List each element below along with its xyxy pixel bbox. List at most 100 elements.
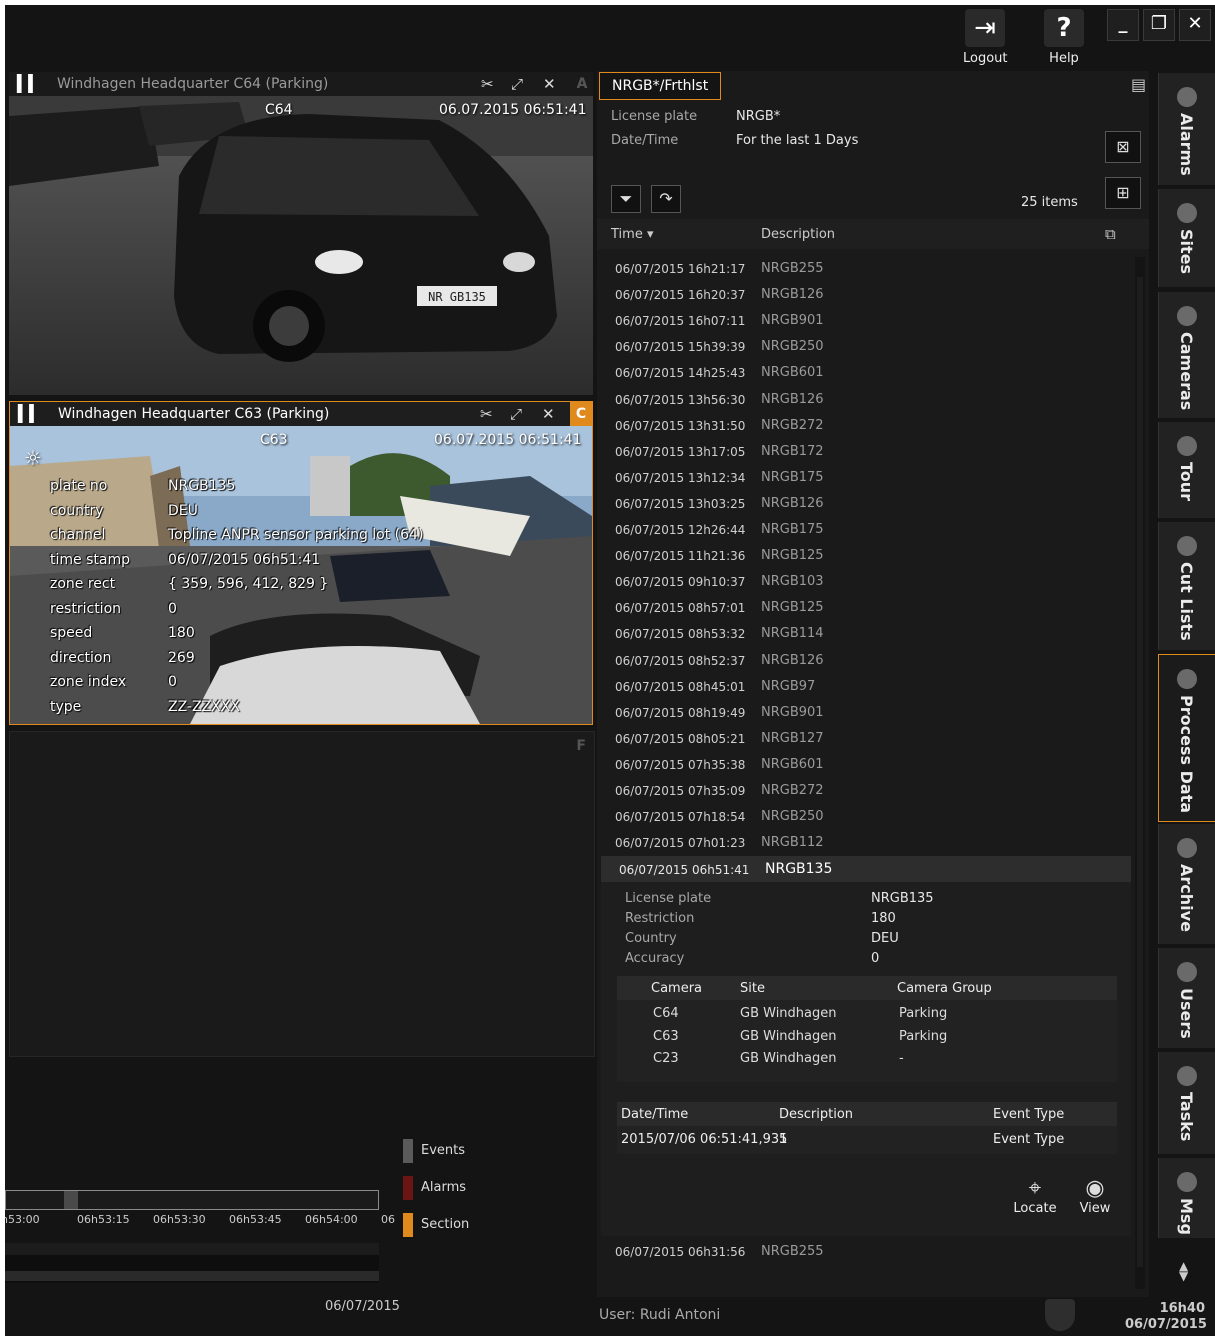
maximize-icon[interactable]: ⤢	[511, 72, 523, 96]
help-button[interactable]: ? Help	[1042, 5, 1086, 69]
logout-button[interactable]: ⇥ Logout	[963, 5, 1008, 69]
camera-pane-c[interactable]: ▍▍ Windhagen Headquarter C63 (Parking) ✂…	[9, 401, 593, 725]
locate-icon: ⌖	[1028, 1176, 1042, 1201]
column-header: Camera	[651, 981, 703, 996]
list-item[interactable]: 06/07/2015 16h21:17 NRGB255	[615, 256, 1125, 282]
side-tab-archive[interactable]: Archive	[1158, 824, 1215, 944]
metadata-value: DEU	[168, 502, 198, 519]
list-item[interactable]: 06/07/2015 08h19:49 NRGB901	[615, 700, 1125, 726]
panel-menu-icon[interactable]: ▤	[1131, 75, 1146, 94]
list-item[interactable]: 06/07/2015 15h39:39 NRGB250	[615, 334, 1125, 360]
list-item[interactable]: 06/07/2015 09h10:37 NRGB103	[615, 569, 1125, 595]
datetime-value: For the last 1 Days	[736, 133, 859, 148]
row-time: 06/07/2015 13h17:05	[615, 444, 746, 459]
row-time: 06/07/2015 08h53:32	[615, 627, 746, 642]
field-label: License plate	[625, 891, 712, 906]
restore-button[interactable]: ❐	[1143, 9, 1175, 41]
metadata-row: speed 180	[50, 625, 195, 641]
scrollbar[interactable]	[1135, 257, 1145, 1289]
pause-icon[interactable]: ▍▍	[18, 402, 42, 426]
camera-pane-f[interactable]: F	[9, 731, 595, 1057]
side-tab-users[interactable]: Users	[1158, 948, 1215, 1048]
scroll-arrows-icon[interactable]: ▲ ▼	[1179, 1260, 1188, 1282]
expanded-record-header[interactable]: 06/07/2015 06h51:41 NRGB135	[601, 856, 1131, 882]
metadata-key: zone rect	[50, 576, 116, 592]
legend-swatch	[403, 1139, 413, 1163]
timeline-track[interactable]	[5, 1190, 379, 1210]
list-item[interactable]: 06/07/2015 08h45:01 NRGB97	[615, 674, 1125, 700]
row-time: 06/07/2015 08h57:01	[615, 601, 746, 616]
list-item[interactable]: 06/07/2015 13h56:30 NRGB126	[615, 387, 1125, 413]
group-cell: -	[899, 1051, 904, 1066]
list-item[interactable]: 06/07/2015 08h52:37 NRGB126	[615, 648, 1125, 674]
list-item[interactable]: 06/07/2015 13h17:05 NRGB172	[615, 439, 1125, 465]
side-tab-tasks[interactable]: Tasks	[1158, 1052, 1215, 1154]
list-item[interactable]: 06/07/2015 13h03:25 NRGB126	[615, 491, 1125, 517]
close-icon[interactable]: ✕	[543, 72, 556, 96]
side-tab-tour[interactable]: Tour	[1158, 422, 1215, 518]
close-window-button[interactable]: ✕	[1179, 9, 1211, 41]
pause-icon[interactable]: ▍▍	[17, 72, 41, 96]
minimize-button[interactable]: _	[1107, 9, 1139, 41]
column-time[interactable]: Time ▾	[611, 227, 653, 242]
filter-icon[interactable]: ⏷	[611, 185, 641, 213]
list-item[interactable]: 06/07/2015 12h26:44 NRGB175	[615, 517, 1125, 543]
cut-icon[interactable]: ✂	[480, 402, 493, 426]
list-item[interactable]: 06/07/2015 13h12:34 NRGB175	[615, 465, 1125, 491]
list-item[interactable]: 06/07/2015 07h35:38 NRGB601	[615, 752, 1125, 778]
redo-icon[interactable]: ↷	[651, 185, 681, 213]
app-window: ⇥ Logout ? Help _ ❐ ✕ NR GB135 ▍▍ Windha…	[5, 5, 1215, 1336]
tab-search-query[interactable]: NRGB*/Frthlst	[599, 72, 722, 100]
view-button[interactable]: ◉ View	[1073, 1176, 1117, 1216]
camera-table: Camera Site Camera Group C64 GB Windhagen Pa…	[617, 976, 1117, 1082]
field-value: 0	[871, 951, 880, 966]
list-item[interactable]: 06/07/2015 08h05:21 NRGB127	[615, 726, 1125, 752]
datetime-label: Date/Time	[611, 133, 679, 148]
list-item[interactable]: 06/07/2015 06h31:56 NRGB255	[615, 1239, 1125, 1265]
column-description[interactable]: Description	[761, 227, 835, 242]
list-item[interactable]: 06/07/2015 16h07:11 NRGB901	[615, 308, 1125, 334]
side-tab-label: Process Data	[1177, 695, 1196, 814]
row-description: NRGB103	[761, 574, 824, 590]
camera-label: C63	[260, 432, 288, 448]
row-time: 06/07/2015 08h19:49	[615, 705, 746, 720]
export-all-icon[interactable]: ⊞	[1105, 177, 1141, 209]
list-item[interactable]: 06/07/2015 07h18:54 NRGB250	[615, 804, 1125, 830]
brightness-icon[interactable]: ☼	[24, 446, 42, 470]
field-label: Restriction	[625, 911, 695, 926]
list-item[interactable]: 06/07/2015 07h01:23 NRGB112	[615, 830, 1125, 856]
export-icon[interactable]: ⊠	[1105, 131, 1141, 163]
side-tab-cut-lists[interactable]: Cut Lists	[1158, 522, 1215, 650]
side-tab-cameras[interactable]: Cameras	[1158, 292, 1215, 418]
side-tab-process-data[interactable]: Process Data	[1158, 654, 1215, 822]
side-tab-msg[interactable]: Msg	[1158, 1158, 1215, 1238]
row-description: NRGB255	[761, 261, 824, 276]
row-time: 06/07/2015 07h35:09	[615, 784, 746, 798]
list-item[interactable]: 06/07/2015 14h25:43 NRGB601	[615, 360, 1125, 386]
license-plate-value: NRGB*	[736, 109, 781, 124]
field-value: 180	[871, 911, 896, 926]
row-description: NRGB126	[761, 652, 824, 668]
site-cell: GB Windhagen	[740, 1028, 837, 1044]
row-description: NRGB175	[761, 522, 824, 537]
locate-button[interactable]: ⌖ Locate	[1013, 1176, 1057, 1216]
close-icon[interactable]: ✕	[542, 402, 555, 426]
row-description: NRGB127	[761, 730, 824, 746]
row-description: NRGB114	[761, 626, 824, 642]
list-item[interactable]: 06/07/2015 08h57:01 NRGB125	[615, 595, 1125, 621]
list-item[interactable]: 06/07/2015 07h35:09 NRGB272	[615, 778, 1125, 804]
group-cell: Parking	[899, 1028, 948, 1044]
column-settings-icon[interactable]: ⧉	[1105, 225, 1116, 243]
cut-icon[interactable]: ✂	[481, 72, 494, 96]
maximize-icon[interactable]: ⤢	[510, 402, 522, 426]
camera-pane-a[interactable]: NR GB135 ▍▍ Windhagen Headquarter C64 (P…	[9, 72, 593, 395]
side-tab-alarms[interactable]: Alarms	[1158, 73, 1215, 185]
list-item[interactable]: 06/07/2015 11h21:36 NRGB125	[615, 543, 1125, 569]
row-time: 06/07/2015 08h52:37	[615, 653, 746, 668]
timeline-tick-label: h53:00	[5, 1213, 40, 1226]
list-item[interactable]: 06/07/2015 16h20:37 NRGB126	[615, 282, 1125, 308]
list-item[interactable]: 06/07/2015 08h53:32 NRGB114	[615, 621, 1125, 647]
side-tab-sites[interactable]: Sites	[1158, 189, 1215, 287]
list-item[interactable]: 06/07/2015 13h31:50 NRGB272	[615, 413, 1125, 439]
timeline-event-marker[interactable]	[64, 1191, 78, 1209]
